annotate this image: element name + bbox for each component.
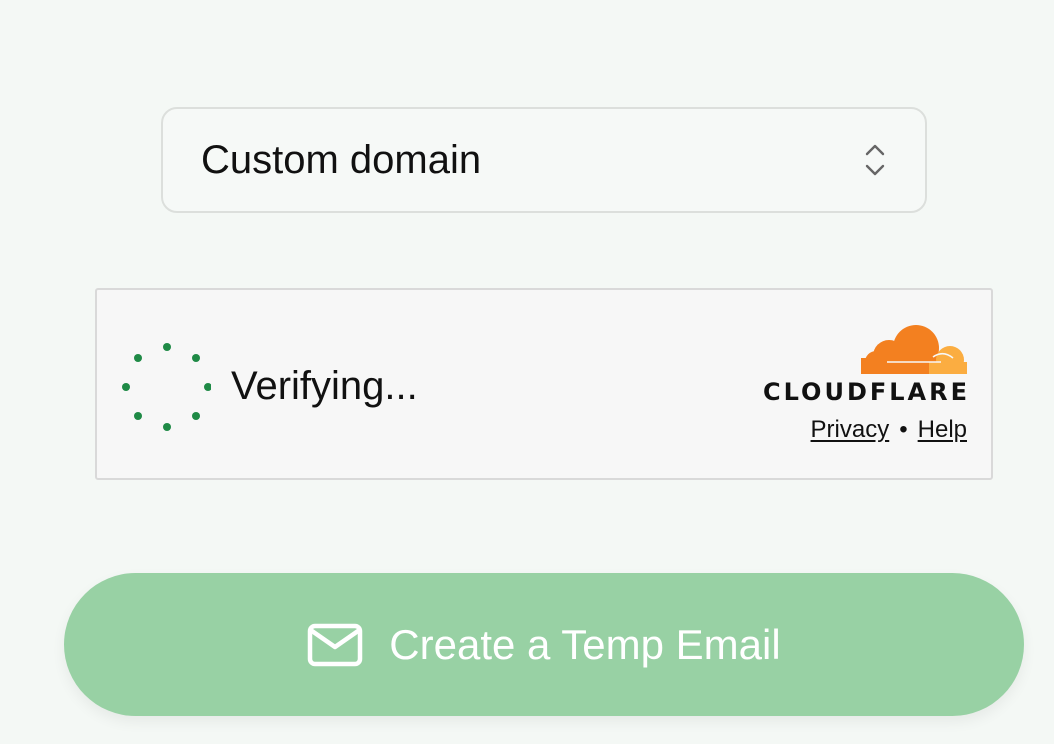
chevron-up-down-icon	[863, 142, 887, 178]
cloudflare-cloud-logo-icon	[743, 324, 967, 374]
domain-select-value: Custom domain	[201, 137, 482, 182]
cloudflare-wordmark: CLOUDFLARE	[763, 378, 970, 406]
cloudflare-turnstile-widget: Verifying... CLOUDFLARE Privacy • Help	[95, 288, 993, 480]
verifying-status-text: Verifying...	[231, 364, 418, 408]
page: Custom domain Verifying... CLOUDFLARE Pr…	[0, 0, 1054, 744]
link-separator: •	[899, 416, 908, 443]
create-button-label: Create a Temp Email	[389, 620, 781, 668]
loading-spinner-icon	[117, 340, 212, 434]
turnstile-links: Privacy • Help	[743, 416, 967, 444]
help-link[interactable]: Help	[918, 416, 967, 443]
create-temp-email-button[interactable]: Create a Temp Email	[64, 573, 1024, 716]
envelope-icon	[307, 623, 363, 667]
cloudflare-branding: CLOUDFLARE Privacy • Help	[743, 324, 967, 444]
privacy-link[interactable]: Privacy	[811, 416, 890, 443]
domain-select[interactable]: Custom domain	[161, 107, 927, 213]
